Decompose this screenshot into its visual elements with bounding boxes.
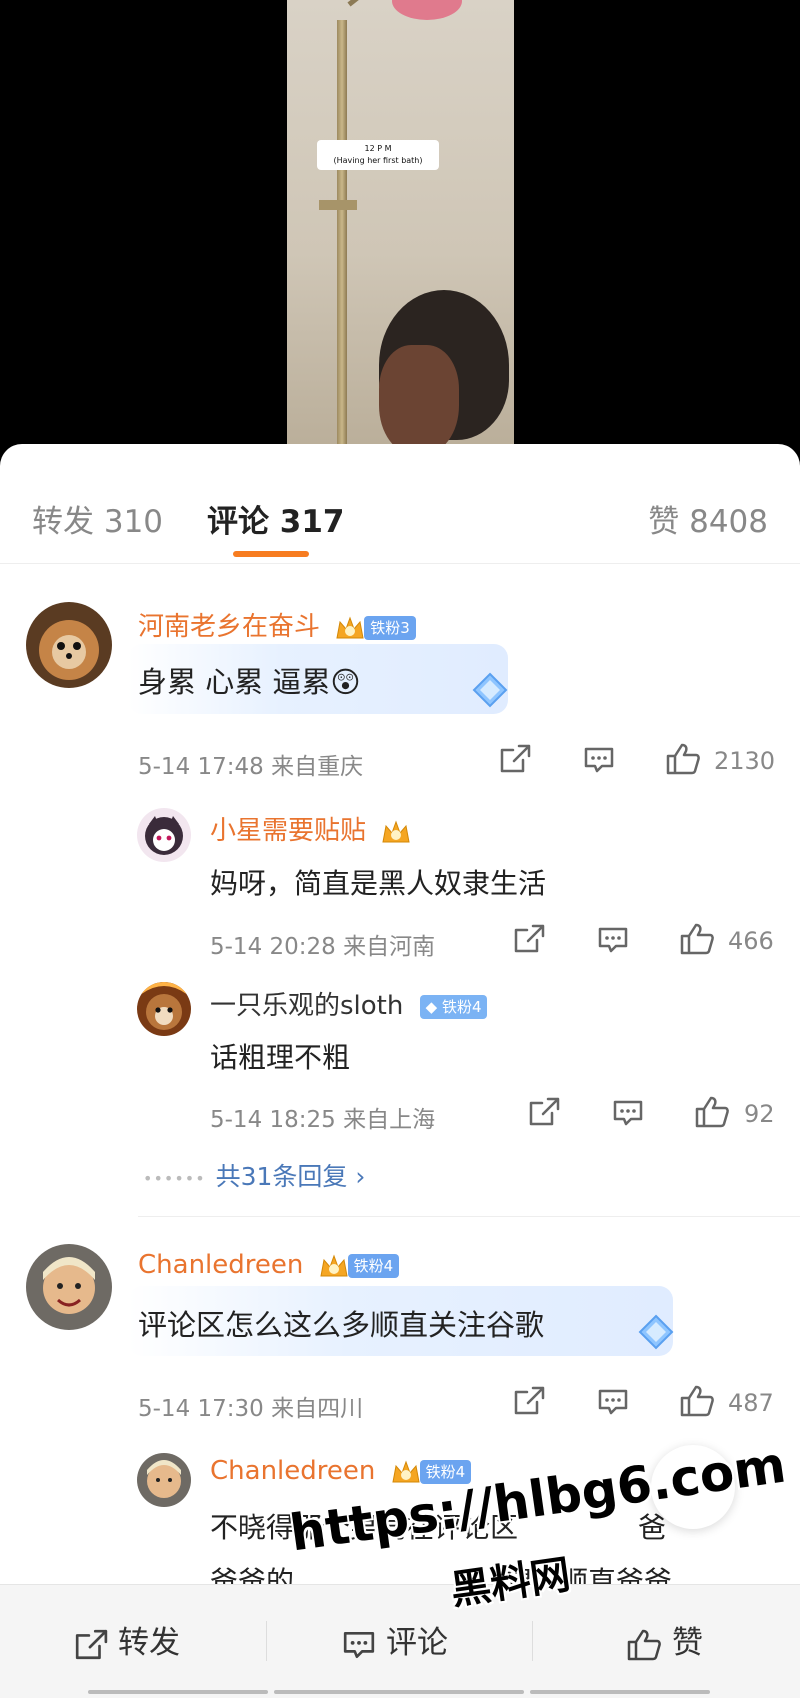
separator: [266, 1621, 267, 1661]
reply-meta: 5-14 20:28 来自河南: [210, 934, 436, 960]
username-text: 河南老乡在奋斗: [138, 612, 321, 642]
bottom-action-bar: 转发 评论 赞: [0, 1584, 800, 1698]
comment-username[interactable]: Chanledreen 铁粉4: [138, 1250, 400, 1280]
reply-icon[interactable]: [597, 926, 629, 954]
pipe-clamp: [319, 200, 357, 210]
fan-badge: ◆ 铁粉4: [419, 994, 488, 1019]
avatar[interactable]: [26, 1244, 112, 1330]
username-text: 一只乐观的sloth: [210, 991, 404, 1021]
like-count: 466: [728, 927, 774, 955]
share-icon[interactable]: [513, 924, 545, 954]
username-text: Chanledreen: [210, 1456, 376, 1486]
like-icon[interactable]: [694, 1095, 730, 1129]
repost-label: 转发: [118, 1625, 180, 1661]
home-indicator: [88, 1690, 268, 1694]
shower-arm: [347, 0, 398, 7]
video-frame[interactable]: 12 P M (Having her first bath): [287, 0, 514, 460]
like-icon: [627, 1629, 661, 1660]
comment-button[interactable]: 评论: [342, 1617, 448, 1662]
avatar[interactable]: [137, 808, 191, 862]
share-icon[interactable]: [528, 1097, 560, 1127]
separator: [532, 1621, 533, 1661]
crown-icon: [380, 818, 412, 846]
like-label: 赞: [672, 1625, 703, 1661]
home-indicator: [274, 1690, 524, 1694]
share-icon[interactable]: [499, 744, 531, 774]
avatar[interactable]: [137, 1453, 191, 1507]
like-icon[interactable]: [665, 742, 701, 776]
comment-username[interactable]: 河南老乡在奋斗 铁粉3: [138, 606, 416, 643]
tab-repost[interactable]: 转发 310: [32, 496, 163, 541]
tab-active-indicator: [233, 551, 309, 557]
fan-badge: 铁粉3: [364, 615, 416, 640]
comment-text: 评论区怎么这么多顺直关注谷歌: [138, 1308, 545, 1342]
avatar[interactable]: [137, 982, 191, 1036]
username-text: 小星需要贴贴: [210, 816, 367, 846]
crown-icon: [318, 1252, 350, 1280]
home-indicator: [530, 1690, 710, 1694]
like-icon[interactable]: [679, 922, 715, 956]
crown-icon: [390, 1458, 422, 1486]
comment-icon: [343, 1631, 375, 1658]
reply-username[interactable]: Chanledreen 铁粉4: [210, 1456, 472, 1486]
video-caption: 12 P M (Having her first bath): [317, 140, 439, 170]
like-count: 487: [728, 1389, 774, 1417]
like-count: 92: [744, 1100, 775, 1128]
reply-icon[interactable]: [612, 1099, 644, 1127]
diamond-icon: [632, 1312, 680, 1352]
repost-button[interactable]: 转发: [74, 1617, 180, 1662]
comment-divider: [138, 1216, 800, 1217]
diamond-icon: [466, 670, 514, 710]
tab-comments[interactable]: 评论 317: [207, 496, 345, 541]
video-player[interactable]: 12 P M (Having her first bath): [0, 0, 800, 460]
like-icon[interactable]: [679, 1384, 715, 1418]
more-replies-link[interactable]: •••••• 共31条回复 ›: [143, 1157, 365, 1193]
reply-icon[interactable]: [583, 746, 615, 774]
fan-badge: 铁粉4: [347, 1253, 400, 1278]
reply-text: 话粗理不粗: [210, 1041, 351, 1074]
like-count: 2130: [714, 747, 776, 775]
tab-likes[interactable]: 赞 8408: [648, 496, 768, 541]
comment-label: 评论: [386, 1625, 448, 1661]
avatar[interactable]: [26, 602, 112, 688]
username-text: Chanledreen: [138, 1250, 304, 1280]
video-caption-line1: 12 P M: [364, 144, 392, 153]
comment-meta: 5-14 17:48 来自重庆: [138, 754, 364, 780]
like-button[interactable]: 赞: [626, 1617, 703, 1662]
share-icon: [75, 1629, 108, 1659]
reply-username[interactable]: 小星需要贴贴: [210, 810, 412, 847]
comment-text: 身累 心累 逼累😲: [138, 665, 361, 699]
tab-bar: 转发 310 评论 317 赞 8408: [0, 444, 800, 564]
comment-meta: 5-14 17:30 来自四川: [138, 1396, 364, 1422]
more-replies-text: 共31条回复 ›: [215, 1162, 366, 1191]
shower-pipe: [337, 20, 347, 460]
reply-icon[interactable]: [597, 1388, 629, 1416]
person-face: [379, 345, 459, 455]
reply-meta: 5-14 18:25 来自上海: [210, 1107, 436, 1133]
shower-head: [392, 0, 462, 20]
fan-badge-text: 铁粉4: [441, 997, 482, 1016]
reply-text: 妈呀，简直是黑人奴隶生活: [210, 867, 547, 900]
share-icon[interactable]: [513, 1386, 545, 1416]
dots-icon: ••••••: [143, 1168, 206, 1188]
crown-icon: [334, 614, 366, 642]
reply-username[interactable]: 一只乐观的sloth ◆ 铁粉4: [210, 985, 488, 1022]
video-caption-line2: (Having her first bath): [333, 156, 423, 165]
